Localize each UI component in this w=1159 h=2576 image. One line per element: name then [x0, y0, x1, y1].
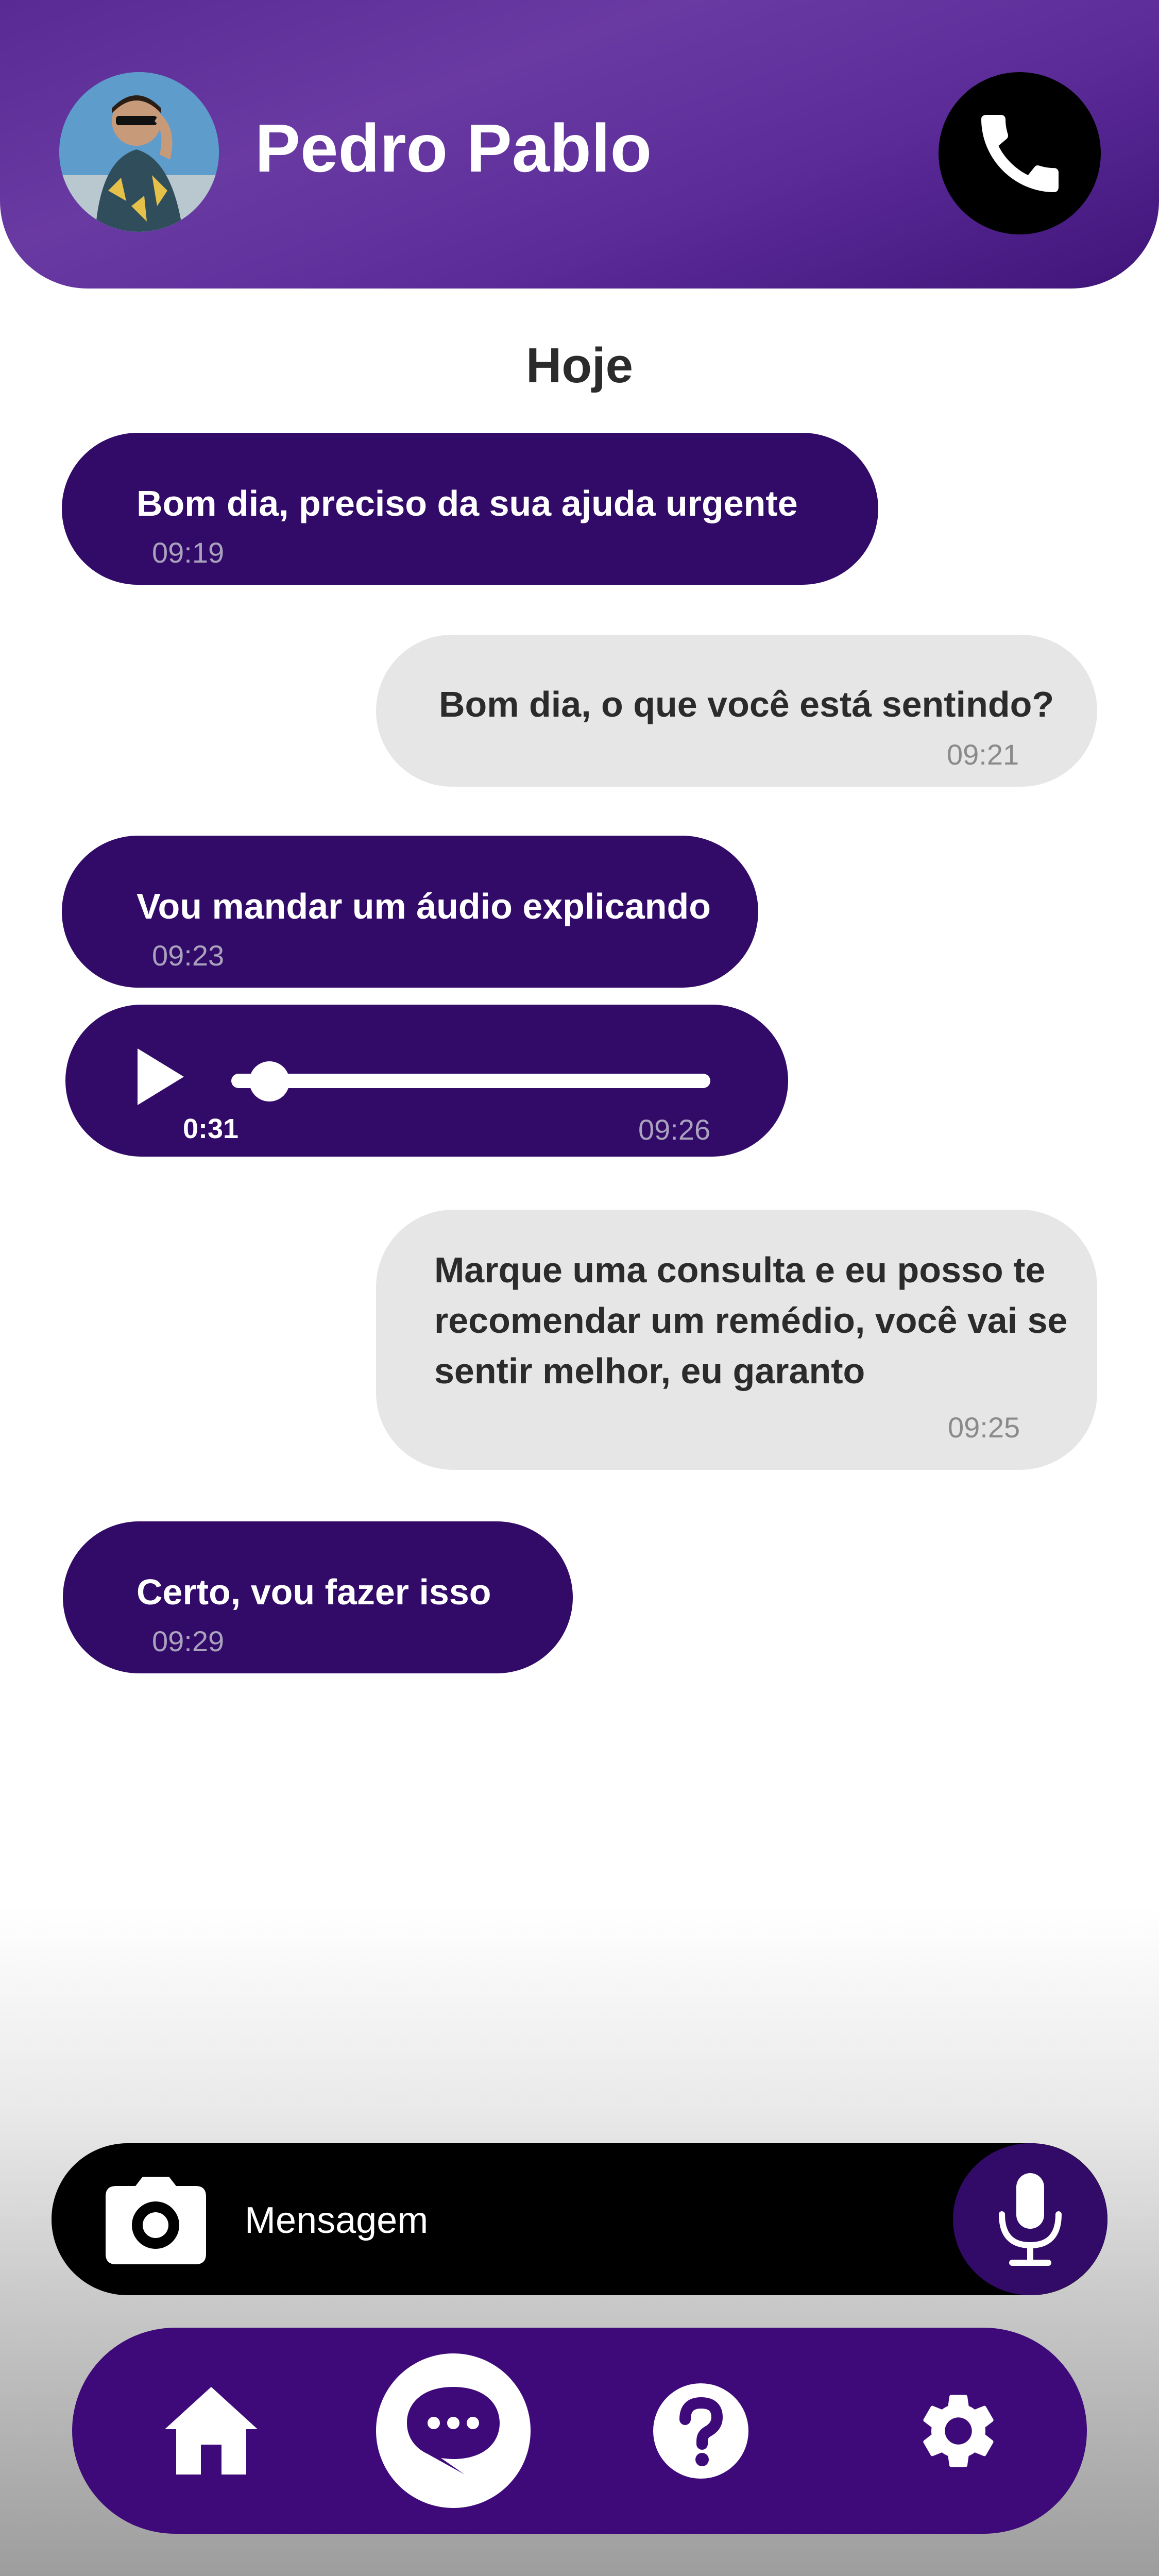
microphone-button[interactable]	[953, 2143, 1107, 2295]
play-button[interactable]	[135, 1046, 186, 1108]
message-time: 09:26	[638, 1113, 711, 1146]
message-time: 09:25	[948, 1411, 1020, 1444]
message-time: 09:19	[152, 536, 225, 569]
message-text: Certo, vou fazer isso	[137, 1572, 491, 1612]
audio-progress-handle[interactable]	[249, 1061, 290, 1101]
play-icon	[138, 1048, 184, 1105]
call-button[interactable]	[939, 72, 1101, 234]
message-bubble-sent[interactable]: Marque uma consulta e eu posso te recome…	[376, 1210, 1097, 1470]
message-time: 09:29	[152, 1625, 225, 1657]
message-text-line: Marque uma consulta e eu posso te	[434, 1250, 1046, 1290]
home-icon	[165, 2387, 258, 2475]
chat-icon	[407, 2387, 500, 2475]
message-text: Bom dia, preciso da sua ajuda urgente	[137, 483, 798, 523]
message-bubble-received[interactable]: Vou mandar um áudio explicando 09:23	[62, 836, 758, 988]
settings-icon	[923, 2395, 994, 2467]
bottom-navigation	[72, 2328, 1087, 2534]
camera-button[interactable]	[106, 2177, 206, 2264]
message-text-line: sentir melhor, eu garanto	[434, 1351, 865, 1391]
message-text: Bom dia, o que você está sentindo?	[439, 684, 1054, 724]
audio-duration: 0:31	[183, 1113, 239, 1144]
nav-home[interactable]	[162, 2382, 260, 2480]
message-input[interactable]	[245, 2174, 914, 2267]
message-bubble-received[interactable]: Certo, vou fazer isso 09:29	[63, 1521, 573, 1673]
chat-header: Pedro Pablo	[0, 0, 1159, 289]
help-icon	[653, 2383, 748, 2479]
message-text: Vou mandar um áudio explicando	[137, 886, 711, 926]
contact-avatar[interactable]	[59, 72, 219, 232]
nav-help[interactable]	[652, 2382, 749, 2480]
phone-icon	[981, 114, 1059, 192]
camera-icon	[106, 2177, 206, 2264]
profile-photo-icon	[59, 72, 219, 232]
message-composer	[52, 2143, 1107, 2295]
nav-settings[interactable]	[909, 2382, 1007, 2480]
message-time: 09:23	[152, 939, 225, 972]
nav-chat[interactable]	[376, 2353, 531, 2508]
message-bubble-sent[interactable]: Bom dia, o que você está sentindo? 09:21	[376, 635, 1097, 787]
message-bubble-received[interactable]: Bom dia, preciso da sua ajuda urgente 09…	[62, 433, 878, 585]
contact-name: Pedro Pablo	[255, 110, 652, 186]
audio-progress-track[interactable]	[231, 1074, 710, 1088]
message-text-line: recomendar um remédio, você vai se	[434, 1300, 1068, 1341]
audio-message-bubble: 0:31 09:26	[65, 1005, 788, 1157]
date-separator: Hoje	[525, 338, 634, 393]
message-time: 09:21	[947, 738, 1019, 771]
microphone-icon	[999, 2173, 1062, 2266]
